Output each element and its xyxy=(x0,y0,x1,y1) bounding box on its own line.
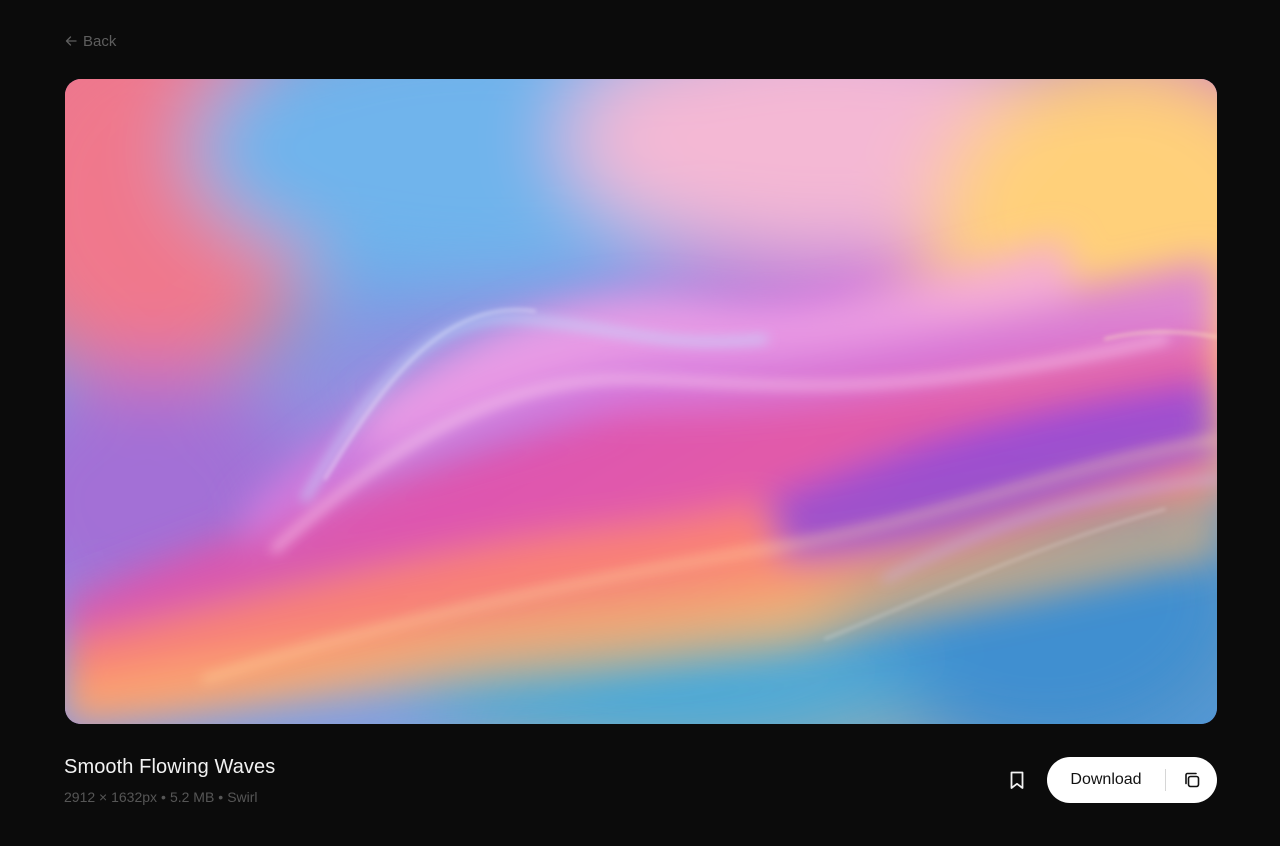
meta-separator: • xyxy=(218,789,224,805)
wallpaper-preview-image xyxy=(65,79,1217,724)
arrow-left-icon xyxy=(65,36,77,46)
image-title: Smooth Flowing Waves xyxy=(64,756,276,778)
image-detail-page: Back Smooth Flowing Waves 2912 × 1632px … xyxy=(0,0,1280,846)
image-dimensions: 2912 × 1632px xyxy=(64,789,158,805)
bookmark-icon xyxy=(1010,771,1024,789)
copy-button[interactable] xyxy=(1166,757,1217,803)
back-link[interactable]: Back xyxy=(64,31,116,51)
download-button[interactable]: Download xyxy=(1047,757,1165,803)
meta-separator: • xyxy=(161,789,166,805)
back-label: Back xyxy=(83,32,117,50)
bookmark-button[interactable] xyxy=(1003,766,1031,794)
image-file-size: 5.2 MB xyxy=(169,789,215,805)
image-metadata: 2912 × 1632px • 5.2 MB • Swirl xyxy=(64,788,258,806)
image-category[interactable]: Swirl xyxy=(227,788,257,806)
copy-icon xyxy=(1184,772,1199,788)
download-button-group: Download xyxy=(1047,757,1217,803)
